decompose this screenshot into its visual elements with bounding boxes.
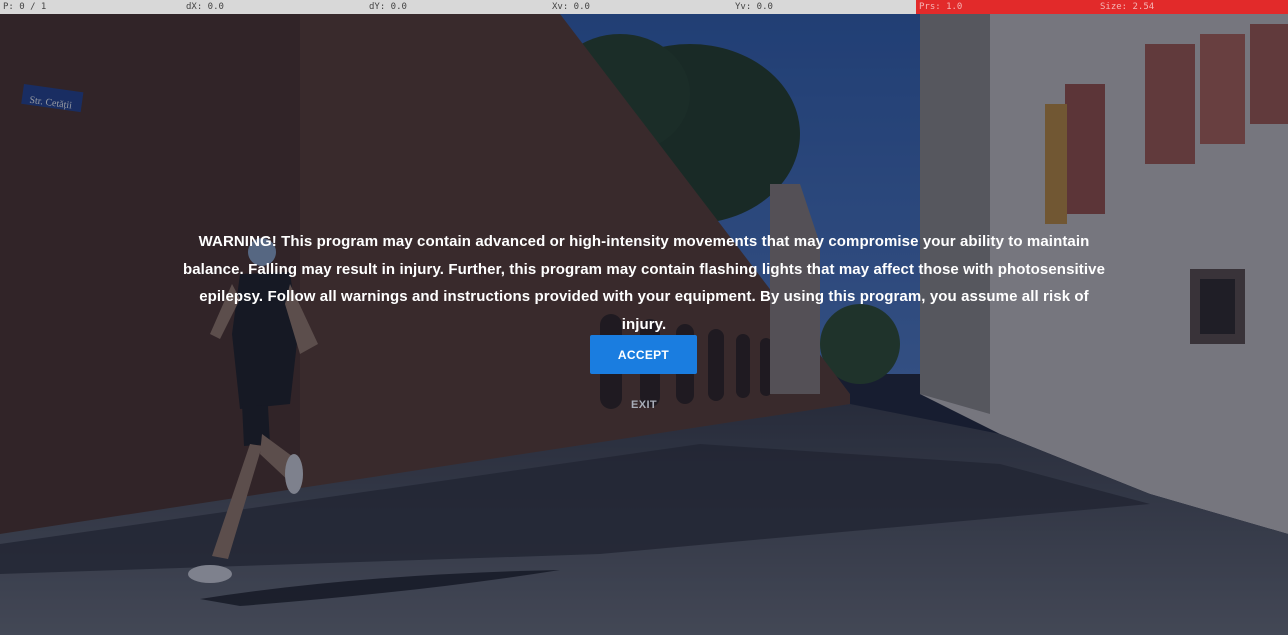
accept-button[interactable]: ACCEPT [590, 335, 697, 374]
pointer-location-bar: P: 0 / 1 dX: 0.0 dY: 0.0 Xv: 0.0 Yv: 0.0… [0, 0, 1288, 14]
warning-message: WARNING! This program may contain advanc… [182, 233, 1106, 333]
pointer-xv: Xv: 0.0 [552, 2, 590, 12]
pointer-dy: dY: 0.0 [369, 2, 407, 12]
pointer-yv: Yv: 0.0 [735, 2, 773, 12]
pointer-pressure: Prs: 1.0 [916, 0, 1097, 14]
pointer-size: Size: 2.54 [1097, 0, 1288, 14]
exit-button[interactable]: EXIT [614, 395, 674, 415]
pointer-dx: dX: 0.0 [186, 2, 224, 12]
pointer-count: P: 0 / 1 [3, 2, 47, 12]
